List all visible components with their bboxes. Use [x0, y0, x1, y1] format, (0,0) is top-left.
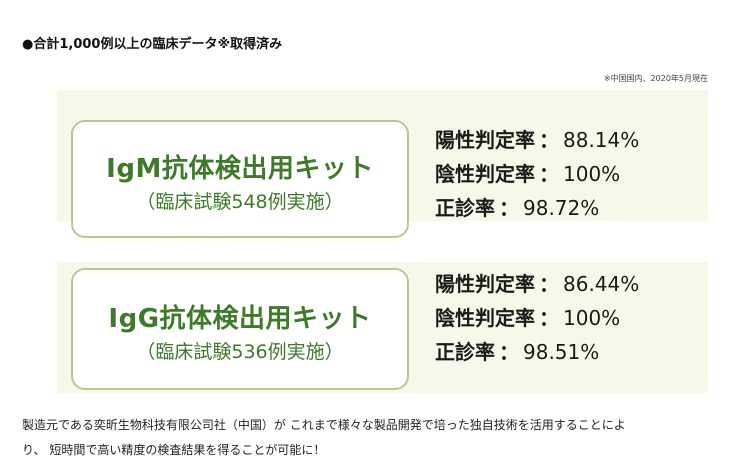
stat-accuracy: 正診率： 98.51% [435, 335, 639, 369]
kit-row-igg: IgG抗体検出用キット （臨床試験536例実施） 陽性判定率： 86.44% 陰性… [57, 262, 708, 393]
stat-separator: ： [499, 196, 519, 220]
stat-negative-rate: 陰性判定率： 100% [435, 157, 639, 191]
kit-title-box: IgM抗体検出用キット （臨床試験548例実施） [71, 120, 409, 238]
description-line: り、 短時間で高い精度の検査結果を得ることが可能に！ [22, 443, 326, 457]
stat-separator: ： [539, 162, 559, 186]
stat-value: 98.51% [523, 340, 600, 364]
data-source-note: ※中国国内、2020年5月現在 [603, 74, 708, 83]
description-line: 製造元である奕昕生物科技有限公司社（中国）が これまで様々な製品開発で培った独自… [22, 418, 626, 432]
stat-separator: ： [539, 128, 559, 152]
kit-trial-count: （臨床試験536例実施） [136, 341, 344, 363]
kit-title-box: IgG抗体検出用キット （臨床試験536例実施） [71, 268, 409, 390]
stat-separator: ： [539, 272, 559, 296]
stat-value: 86.44% [563, 272, 640, 296]
kit-stats: 陽性判定率： 86.44% 陰性判定率： 100% 正診率： 98.51% [435, 267, 639, 369]
stat-label: 正診率 [435, 196, 495, 220]
stat-positive-rate: 陽性判定率： 86.44% [435, 267, 639, 301]
stat-label: 陰性判定率 [435, 162, 535, 186]
clinical-data-panel: ※中国国内、2020年5月現在 IgM抗体検出用キット （臨床試験548例実施）… [57, 67, 708, 400]
stat-value: 100% [563, 162, 621, 186]
stat-label: 正診率 [435, 340, 495, 364]
stat-accuracy: 正診率： 98.72% [435, 191, 639, 225]
kit-row-igm: IgM抗体検出用キット （臨床試験548例実施） 陽性判定率： 88.14% 陰性… [57, 90, 708, 238]
stat-label: 陽性判定率 [435, 272, 535, 296]
stat-separator: ： [499, 340, 519, 364]
stat-negative-rate: 陰性判定率： 100% [435, 301, 639, 335]
stat-value: 88.14% [563, 128, 640, 152]
kit-trial-count: （臨床試験548例実施） [136, 191, 344, 213]
section-heading: ●合計1,000例以上の臨床データ※取得済み [22, 37, 283, 52]
stat-label: 陽性判定率 [435, 128, 535, 152]
stat-value: 100% [563, 306, 621, 330]
kit-name: IgM抗体検出用キット [106, 154, 374, 184]
description-paragraph: 製造元である奕昕生物科技有限公司社（中国）が これまで様々な製品開発で培った独自… [22, 413, 722, 463]
kit-name: IgG抗体検出用キット [108, 304, 372, 334]
stat-value: 98.72% [523, 196, 600, 220]
stat-label: 陰性判定率 [435, 306, 535, 330]
stat-separator: ： [539, 306, 559, 330]
stat-positive-rate: 陽性判定率： 88.14% [435, 123, 639, 157]
kit-stats: 陽性判定率： 88.14% 陰性判定率： 100% 正診率： 98.72% [435, 123, 639, 225]
